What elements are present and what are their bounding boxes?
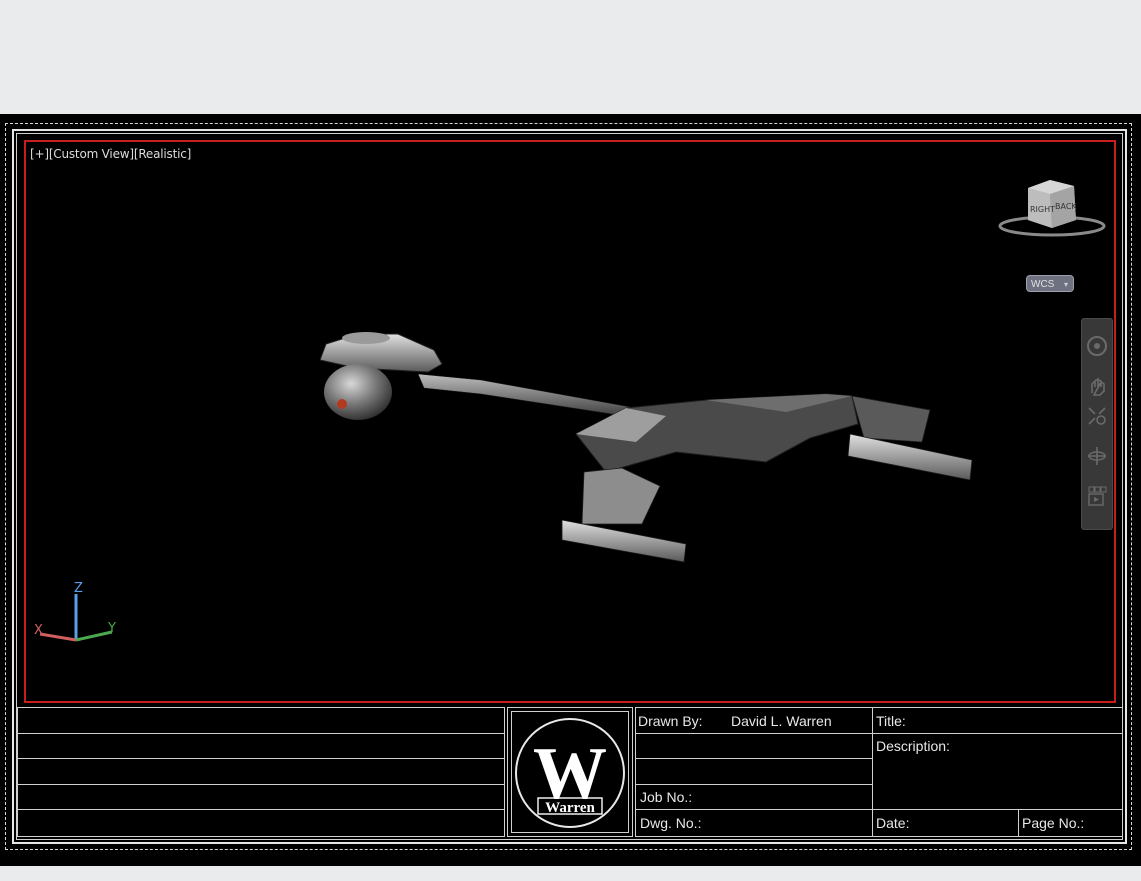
title-block: W Warren Drawn By: David L. Warren Title… <box>17 707 1123 837</box>
showmotion-icon[interactable] <box>1086 485 1108 507</box>
wcs-dropdown[interactable]: WCS ▾ <box>1026 275 1074 292</box>
revision-table <box>17 707 505 837</box>
layout-viewport[interactable]: [+][Custom View][Realistic] RIGHT BACK W… <box>24 140 1116 703</box>
pan-icon[interactable] <box>1086 375 1108 397</box>
ucs-y-label: Y <box>107 621 116 636</box>
klingon-ship-model <box>319 332 973 563</box>
navigation-bar[interactable] <box>1081 318 1113 530</box>
drawn-by-label: Drawn By: <box>638 713 703 729</box>
logo-name: Warren <box>545 800 595 816</box>
date-label: Date: <box>876 815 910 831</box>
drawing-sheet: [+][Custom View][Realistic] RIGHT BACK W… <box>0 114 1141 866</box>
drawn-by-value: David L. Warren <box>731 713 832 729</box>
wcs-label: WCS <box>1031 279 1055 290</box>
dwg-no-label: Dwg. No.: <box>640 815 702 831</box>
chevron-down-icon: ▾ <box>1063 280 1068 289</box>
title-block-fields: Drawn By: David L. Warren Title: Descrip… <box>635 707 1123 837</box>
ucs-x-label: X <box>34 623 43 638</box>
bottom-strip <box>0 866 1141 881</box>
title-label: Title: <box>876 713 906 729</box>
job-no-label: Job No.: <box>640 789 693 805</box>
steering-wheel-icon[interactable] <box>1086 335 1108 357</box>
description-label: Description: <box>876 738 950 754</box>
ucs-axis-icon: Z X Y <box>34 581 124 657</box>
zoom-extents-icon[interactable] <box>1086 405 1108 427</box>
company-logo-cell: W Warren <box>507 707 633 837</box>
viewcube-face-right: RIGHT <box>1030 205 1055 214</box>
viewcube-face-back: BACK <box>1055 202 1077 211</box>
orbit-icon[interactable] <box>1086 445 1108 467</box>
warren-logo: W Warren <box>515 718 625 828</box>
page-no-label: Page No.: <box>1022 815 1085 831</box>
ucs-z-label: Z <box>74 582 83 596</box>
viewcube[interactable]: RIGHT BACK <box>994 176 1110 242</box>
